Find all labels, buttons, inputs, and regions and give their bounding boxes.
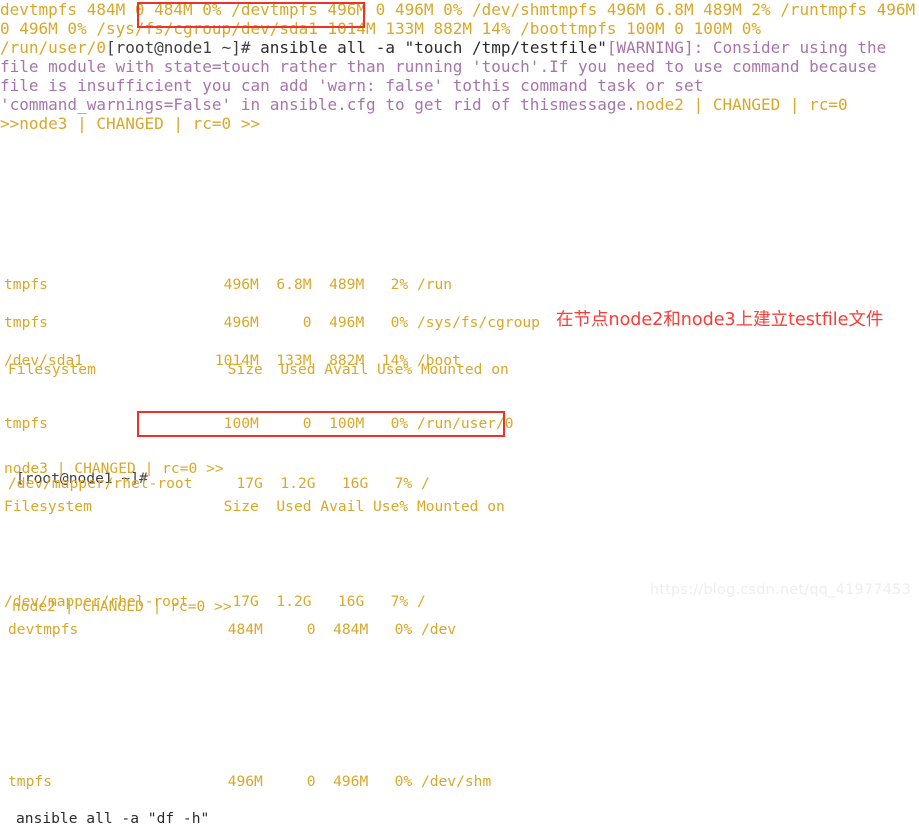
output-text: /dev/mapper/rhel-root 17G 1.2G 16G 7% /: [4, 593, 426, 610]
output-text: tmpfs 496M 6.8M 489M 2% /run: [549, 0, 819, 19]
warning-text: message.: [558, 95, 636, 114]
terminal-line: devtmpfs 484M 0 484M 0% /dev: [8, 620, 456, 640]
output-text: Filesystem Size Used Avail Use% Mounted …: [4, 498, 505, 515]
output-text: devtmpfs 484M 0 484M 0% /dev: [0, 0, 270, 19]
output-text: /dev/sda1 1014M 133M 882M 14% /boot: [231, 19, 569, 38]
output-text: node3 | CHANGED | rc=0 >>: [4, 460, 224, 477]
shell-command: ansible all -a "touch /tmp/testfile": [260, 38, 607, 57]
terminal-line: /dev/mapper/rhel-root 17G 1.2G 16G 7% /: [4, 592, 426, 612]
terminal-line: Filesystem Size Used Avail Use% Mounted …: [4, 497, 505, 517]
watermark-url: https://blog.csdn.net/qq_41977453: [649, 582, 911, 598]
shell-command: ansible all -a "df -h": [16, 810, 210, 827]
output-text: tmpfs 496M 0 496M 0% /dev/shm: [8, 773, 492, 790]
terminal-window[interactable]: Filesystem Size Used Avail Use% Mounted …: [0, 0, 919, 827]
terminal-line: tmpfs 496M 0 496M 0% /dev/shm: [8, 772, 491, 792]
output-text: /dev/sda1 1014M 133M 882M 14% /boot: [4, 352, 461, 369]
shell-prompt: [root@node1 ~]#: [105, 38, 261, 57]
output-text: tmpfs 496M 6.8M 489M 2% /run: [4, 276, 453, 293]
output-text: tmpfs 496M 0 496M 0% /dev/shm: [269, 0, 550, 19]
terminal-line: tmpfs 496M 0 496M 0% /sys/fs/cgroup: [4, 313, 540, 333]
output-text: devtmpfs 484M 0 484M 0% /dev: [8, 621, 457, 638]
terminal-output-area[interactable]: Filesystem Size Used Avail Use% Mounted …: [0, 0, 919, 827]
terminal-line: ansible all -a "df -h": [16, 809, 209, 829]
output-text: node3 | CHANGED | rc=0 >>: [19, 114, 261, 133]
terminal-line: /dev/sda1 1014M 133M 882M 14% /boot: [4, 351, 461, 371]
terminal-line: tmpfs 100M 0 100M 0% /run/user/0: [4, 414, 514, 434]
output-text: tmpfs 496M 0 496M 0% /sys/fs/cgroup: [4, 314, 540, 331]
annotation-note-chinese: 在节点node2和node3上建立testfile文件: [556, 310, 884, 330]
terminal-line: node3 | CHANGED | rc=0 >>: [4, 459, 224, 479]
terminal-line: tmpfs 496M 6.8M 489M 2% /run: [4, 275, 452, 295]
output-text: tmpfs 100M 0 100M 0% /run/user/0: [4, 415, 514, 432]
